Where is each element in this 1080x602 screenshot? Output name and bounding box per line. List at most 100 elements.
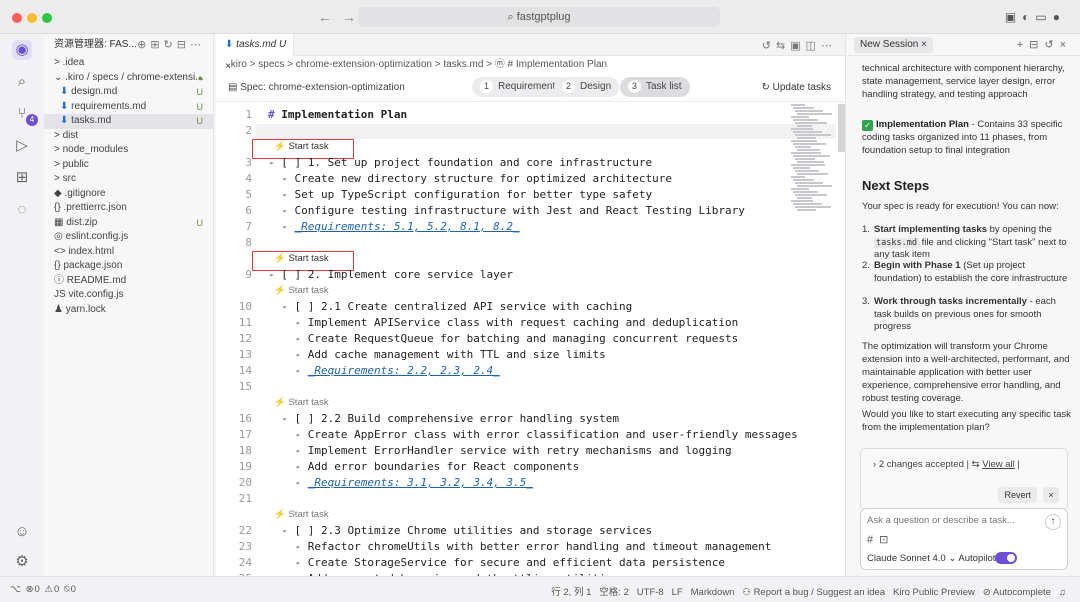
git-status-badge: U [196, 217, 204, 228]
chat-header: New Session × +⊟↺× [848, 34, 1080, 56]
cursor-position[interactable]: 行 2, 列 1 [551, 587, 591, 598]
close-window-button[interactable] [12, 13, 22, 23]
start-task-codelens[interactable]: ⚡ Start task [274, 397, 329, 408]
inline-code: tasks.md [874, 237, 919, 248]
code-line[interactable]: - Create StorageService for secure and e… [268, 556, 724, 569]
encoding[interactable]: UTF-8 [637, 587, 664, 598]
code-line[interactable]: - Create new directory structure for opt… [268, 172, 672, 185]
report-bug-link[interactable]: Report a bug / Suggest an idea [754, 587, 886, 598]
code-line[interactable]: - [ ] 1. Set up project foundation and c… [268, 156, 652, 169]
tree-item[interactable]: ⌄ .kiro / specs / chrome-extensi... ● [44, 71, 213, 86]
tab-tasks-md[interactable]: ⬇ tasks.md U × [216, 34, 294, 72]
account-icon[interactable]: ☺ [12, 522, 32, 542]
file-tree: > .idea ⌄ .kiro / specs / chrome-extensi.… [44, 56, 213, 317]
editor-actions[interactable]: ↺⇆▣◫⋯ [762, 39, 837, 52]
extensions-icon[interactable]: ⊞ [12, 168, 32, 188]
start-task-codelens[interactable]: ⚡ Start task [274, 285, 329, 296]
start-task-codelens[interactable]: ⚡ Start task [274, 509, 329, 520]
explorer-actions[interactable]: ⊕⊞↻⊟⋯ [137, 34, 205, 56]
chat-message-top: technical architecture with component hi… [862, 63, 1065, 100]
tree-item[interactable]: ♟ yarn.lock [44, 303, 213, 318]
code-line[interactable]: - Add cache management with TTL and size… [268, 348, 605, 361]
status-problems[interactable]: ⌥ ⊗0 ⚠0 ⍉0 [10, 584, 77, 595]
step-item: Work through tasks incrementally - each … [874, 296, 1056, 332]
breadcrumb[interactable]: .kiro > specs > chrome-extension-optimiz… [216, 56, 845, 74]
line-number: 6 [245, 204, 252, 217]
code-line[interactable]: - Create AppError class with error class… [268, 428, 797, 441]
intro-text: Your spec is ready for execution! You ca… [862, 201, 1059, 212]
tree-item[interactable]: JS vite.config.js [44, 288, 213, 303]
code-line[interactable]: - Add error boundaries for React compone… [268, 460, 579, 473]
spec-tab-task-list[interactable]: 3 Task list [620, 77, 690, 97]
tree-item[interactable]: ⬇ design.md U [44, 85, 213, 100]
run-debug-icon[interactable]: ▷ [12, 136, 32, 156]
tree-item[interactable]: > .idea [44, 56, 213, 71]
search-icon[interactable]: ⌕ [12, 72, 32, 92]
step-item: Start implementing tasks by opening the … [874, 224, 1067, 260]
dismiss-changes-button[interactable]: × [1043, 487, 1059, 503]
bell-icon[interactable]: ♫ [1059, 587, 1066, 598]
revert-button[interactable]: Revert [998, 487, 1037, 503]
tree-item[interactable]: > dist [44, 129, 213, 144]
autopilot-toggle[interactable] [995, 552, 1017, 564]
tab-label: tasks.md U [236, 39, 287, 50]
code-line[interactable]: - Configure testing infrastructure with … [268, 204, 745, 217]
code-line[interactable]: - [ ] 2.2 Build comprehensive error hand… [268, 412, 619, 425]
minimap-line [793, 119, 818, 121]
code-line[interactable]: - [ ] 2. Implement core service layer [268, 268, 513, 281]
tree-item[interactable]: ◎ eslint.config.js [44, 230, 213, 245]
spec-tab-design[interactable]: 2 Design [554, 77, 620, 97]
minimap-line [791, 200, 813, 202]
close-tab-icon[interactable]: × [225, 61, 231, 72]
command-search[interactable]: ⌕ fastgptplug [358, 7, 720, 27]
code-editor[interactable]: 1 # Implementation Plan 2 ⚡ Start task 3 - [ … [216, 104, 846, 576]
indentation[interactable]: 空格: 2 [599, 587, 629, 598]
tree-item[interactable]: ⓘ README.md [44, 274, 213, 289]
code-line[interactable]: # Implementation Plan [268, 108, 407, 121]
session-tab[interactable]: New Session × [854, 37, 933, 53]
code-line[interactable]: - _Requirements: 5.1, 5.2, 8.1, 8.2_ [268, 220, 519, 233]
tree-item-label: > node_modules [54, 144, 129, 155]
tree-item[interactable]: > node_modules [44, 143, 213, 158]
minimap-line [793, 131, 822, 133]
tree-item[interactable]: {} package.json [44, 259, 213, 274]
autocomplete-toggle[interactable]: Autocomplete [993, 587, 1051, 598]
language-mode[interactable]: Markdown [691, 587, 735, 598]
maximize-window-button[interactable] [42, 13, 52, 23]
requirements-ref: _Requirements: 2.2, 2.3, 2.4_ [307, 364, 500, 377]
minimap-line [797, 185, 832, 187]
code-line[interactable]: - _Requirements: 3.1, 3.2, 3.4, 3.5_ [268, 476, 532, 489]
tree-item[interactable]: ⬇ requirements.md U [44, 100, 213, 115]
line-ending[interactable]: LF [672, 587, 683, 598]
tree-item[interactable]: ▦ dist.zip U [44, 216, 213, 231]
code-line[interactable]: - Refactor chromeUtils with better error… [268, 540, 771, 553]
chat-input[interactable] [867, 515, 1027, 526]
tree-item[interactable]: > public [44, 158, 213, 173]
code-line[interactable]: - [ ] 2.3 Optimize Chrome utilities and … [268, 524, 652, 537]
tree-item[interactable]: {} .prettierrc.json [44, 201, 213, 216]
tree-item[interactable]: > src [44, 172, 213, 187]
code-line[interactable]: - [ ] 2.1 Create centralized API service… [268, 300, 632, 313]
settings-gear-icon[interactable]: ⚙ [12, 552, 32, 572]
tree-item[interactable]: <> index.html [44, 245, 213, 260]
update-tasks-button[interactable]: ↻ Update tasks [761, 82, 831, 93]
context-icons[interactable]: #⊡ [867, 533, 894, 546]
tree-item[interactable]: ◆ .gitignore [44, 187, 213, 202]
layout-icons[interactable]: ▣◐▭● [1005, 10, 1066, 24]
model-selector[interactable]: Claude Sonnet 4.0 ⌄ Autopilot [867, 553, 995, 564]
code-line[interactable]: - Set up TypeScript configuration for be… [268, 188, 652, 201]
view-all-link[interactable]: View all [982, 459, 1015, 470]
code-line[interactable]: - Implement APIService class with reques… [268, 316, 738, 329]
tree-item[interactable]: ⬇ tasks.md U [44, 114, 213, 129]
step-number: 2. [862, 260, 870, 271]
minimize-window-button[interactable] [27, 13, 37, 23]
send-arrow-icon[interactable]: ↑ [1045, 514, 1061, 530]
code-line[interactable]: - _Requirements: 2.2, 2.3, 2.4_ [268, 364, 500, 377]
kiro-ghost-icon[interactable]: ◉ [12, 40, 32, 60]
kiro-icon[interactable]: ◌ [12, 200, 32, 220]
code-line[interactable]: - Create RequestQueue for batching and m… [268, 332, 738, 345]
minimap[interactable] [791, 104, 833, 214]
editor-scrollbar[interactable] [838, 104, 845, 152]
chat-actions[interactable]: +⊟↺× [1017, 34, 1072, 56]
code-line[interactable]: - Implement ErrorHandler service with re… [268, 444, 731, 457]
